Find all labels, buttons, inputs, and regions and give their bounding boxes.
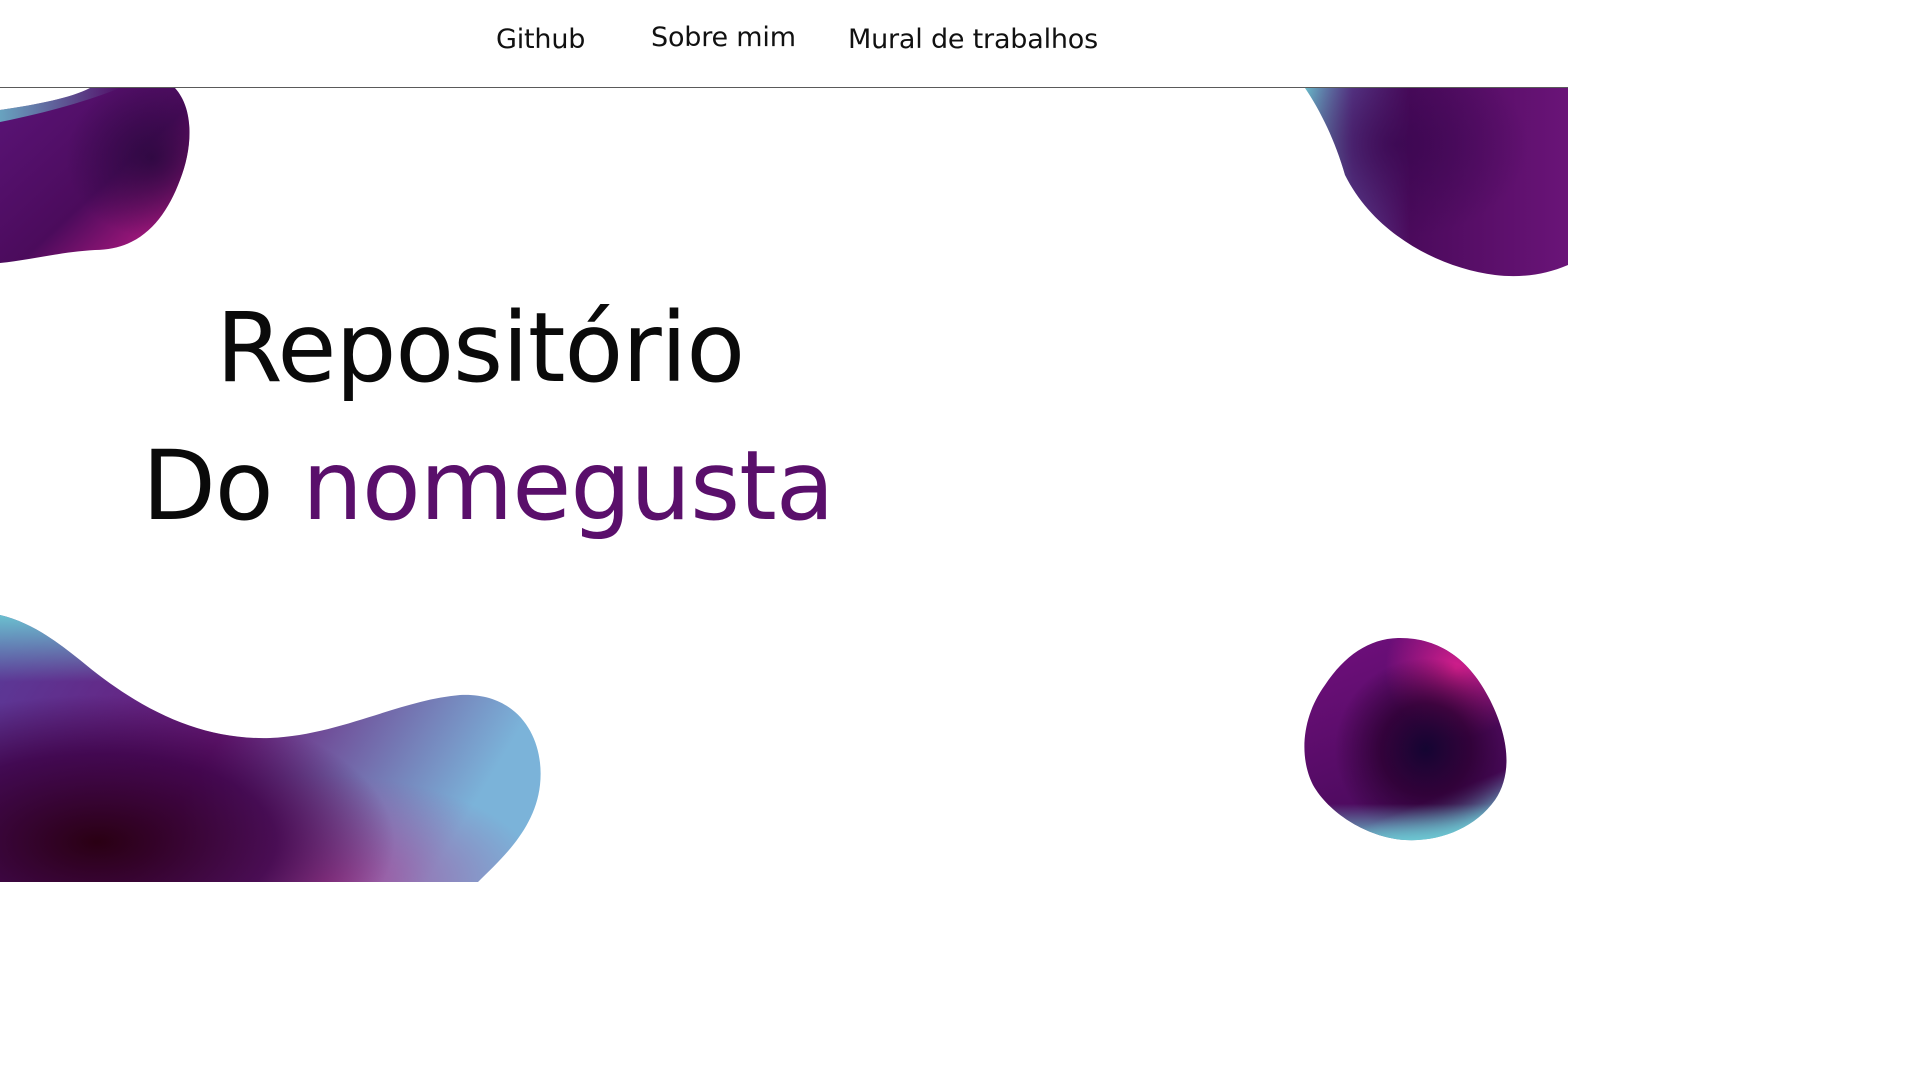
decorative-blobs (0, 88, 1568, 882)
blob-top-right (1305, 88, 1568, 277)
blob-top-left (0, 88, 190, 263)
nav-link-github[interactable]: Github (496, 24, 585, 55)
page: Github Sobre mim Mural de trabalhos Repo… (0, 0, 1568, 882)
top-navigation: Github Sobre mim Mural de trabalhos (0, 0, 1568, 88)
blob-bottom-right (1304, 638, 1507, 841)
blob-bottom-left (0, 615, 541, 882)
nav-link-sobre-mim[interactable]: Sobre mim (651, 22, 796, 53)
nav-link-mural-de-trabalhos[interactable]: Mural de trabalhos (848, 24, 1098, 55)
